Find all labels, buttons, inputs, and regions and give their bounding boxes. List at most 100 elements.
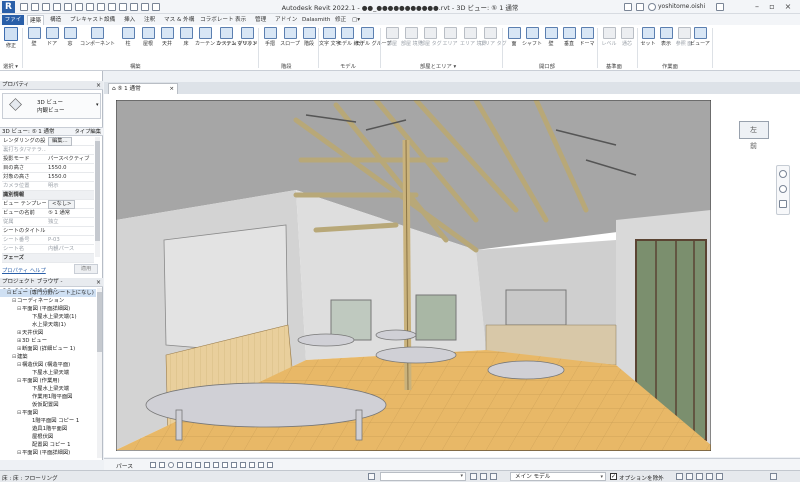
panel-label-select[interactable]: 選択 ▾ <box>3 62 18 70</box>
grid-button[interactable]: 通芯 <box>617 27 637 53</box>
visual-style-icon[interactable] <box>159 462 165 468</box>
close-icon[interactable]: × <box>96 278 101 287</box>
user-icon[interactable] <box>648 3 656 11</box>
design-option-dropdown[interactable]: メイン モデル ▾ <box>510 472 606 481</box>
browser-tree-item[interactable]: ⊞天井伏図 <box>0 329 96 337</box>
browser-tree-item[interactable]: 屋根伏図 <box>0 433 96 441</box>
tab-collaborate[interactable]: コラボレート <box>200 15 234 25</box>
by-face-button[interactable]: 面 <box>504 27 524 53</box>
ceiling-button[interactable]: 天井 <box>157 27 177 53</box>
property-group-header[interactable]: フェーズ <box>2 254 94 263</box>
property-row[interactable]: 投影モード パースペクティブ <box>2 155 94 164</box>
property-row[interactable]: 目の高さ 1550.0 <box>2 164 94 173</box>
modify-button[interactable]: 修正 <box>2 27 20 53</box>
analysis-icon[interactable] <box>240 462 246 468</box>
view-scale-label[interactable]: パース <box>116 461 133 470</box>
instance-filter[interactable]: 3D ビュー: ⑤ 1 通常 タイプ編集 <box>0 127 103 136</box>
browser-tree-item[interactable]: ⊟平面図 (平面詳細図) <box>0 449 96 457</box>
tab-dalasmith[interactable]: Dalasmith <box>302 15 330 25</box>
crop-view-icon[interactable] <box>195 462 201 468</box>
filter-count-icon[interactable] <box>770 473 777 480</box>
tab-annotate[interactable]: 注釈 <box>144 15 155 25</box>
apply-button[interactable]: 適用 <box>74 264 98 274</box>
close-icon[interactable]: × <box>169 84 174 94</box>
property-row[interactable]: ビュー テンプレート<なし> <box>2 200 94 209</box>
cart-icon[interactable] <box>636 3 644 11</box>
detail-level-icon[interactable] <box>150 462 156 468</box>
property-row[interactable]: 従属 独立 <box>2 218 94 227</box>
close-icon[interactable]: × <box>783 2 793 12</box>
area-boundary-button[interactable]: エリア 境界 <box>460 27 487 53</box>
design-options-icon[interactable] <box>490 473 497 480</box>
dormer-button[interactable]: ドーマ <box>577 27 597 53</box>
roof-button[interactable]: 屋根 <box>138 27 158 53</box>
property-value[interactable]: 1550.0 <box>48 173 94 182</box>
tab-addins[interactable]: アドイン <box>275 15 297 25</box>
viewer-button[interactable]: ビューア <box>690 27 710 53</box>
shaft-button[interactable]: シャフト <box>522 27 542 53</box>
tab-manage[interactable]: 管理 <box>255 15 266 25</box>
browser-tree-item[interactable]: ⊟平面図 (平面詳細図) <box>0 305 96 313</box>
browser-tree-item[interactable]: 下屋水上梁天端 <box>0 385 96 393</box>
close-icon[interactable]: × <box>96 81 101 90</box>
browser-tree-item[interactable]: 下屋水上梁天端(1) <box>0 313 96 321</box>
room-tag-button[interactable]: 部屋 タグ <box>420 27 442 53</box>
property-value[interactable]: 1550.0 <box>48 164 94 173</box>
vertical-opening-button[interactable]: 垂直 <box>559 27 579 53</box>
select-underlay-icon[interactable] <box>686 473 693 480</box>
stair-button[interactable]: 階段 <box>299 27 319 53</box>
browser-tree-item[interactable]: 1階平面図 コピー 1 <box>0 417 96 425</box>
tab-file[interactable]: ファイル <box>2 15 24 33</box>
temp-hide-icon[interactable] <box>222 462 228 468</box>
ramp-button[interactable]: スロープ <box>280 27 300 53</box>
shadows-icon[interactable] <box>177 462 183 468</box>
tab-architecture[interactable]: 建築 <box>27 15 44 25</box>
tab-view-3d[interactable]: ⌂ ⑤ 1 通常 × <box>108 83 178 94</box>
property-value[interactable]: 内観パース <box>48 245 94 254</box>
worksets-icon[interactable] <box>368 473 375 480</box>
exclude-options-checkbox[interactable]: ✓ <box>610 473 617 480</box>
highlight-icon[interactable] <box>249 462 255 468</box>
wall-button[interactable]: 壁 <box>24 27 44 53</box>
mullion-button[interactable]: マリオン <box>237 27 257 53</box>
browser-tree-item[interactable]: 作業用1階平面図 <box>0 393 96 401</box>
select-by-face-icon[interactable] <box>706 473 713 480</box>
render-icon[interactable] <box>186 462 192 468</box>
area-button[interactable]: エリア <box>440 27 460 53</box>
door-button[interactable]: ドア <box>42 27 62 53</box>
property-value[interactable]: P-03 <box>48 236 94 245</box>
browser-tree-item[interactable]: ⊞3D ビュー <box>0 337 96 345</box>
tab-structure[interactable]: 構造 <box>50 15 61 25</box>
3d-interior-view[interactable] <box>116 100 711 451</box>
property-value[interactable]: 明示 <box>48 182 94 191</box>
column-button[interactable]: 柱 <box>118 27 138 53</box>
worksharing-icon[interactable] <box>267 462 273 468</box>
browser-tree-item[interactable]: ⊟コーディネーション <box>0 297 96 305</box>
steering-wheel-icon[interactable] <box>779 170 787 178</box>
browser-tree-item[interactable]: ⊟平面図 (作業用) <box>0 377 96 385</box>
tab-view[interactable]: 表示 <box>235 15 246 25</box>
floor-button[interactable]: 床 <box>176 27 196 53</box>
tab-systems[interactable]: 設備 <box>104 15 115 25</box>
window-button[interactable]: 窓 <box>60 27 80 53</box>
tab-precast[interactable]: プレキャスト <box>70 15 104 25</box>
reveal-hidden-icon[interactable] <box>231 462 237 468</box>
show-crop-icon[interactable] <box>204 462 210 468</box>
filter-icon[interactable] <box>480 473 487 480</box>
tab-modify[interactable]: 修正 <box>335 15 346 25</box>
zoom-icon[interactable] <box>779 185 787 193</box>
property-value[interactable]: パースペクティブ <box>48 155 94 164</box>
zoom-region-icon[interactable] <box>779 200 787 208</box>
property-row[interactable]: レンダリングの設... 編集... <box>2 137 94 146</box>
edit-type-button[interactable]: タイプ編集 <box>75 128 102 136</box>
browser-tree-item[interactable]: ⊟建築 <box>0 353 96 361</box>
property-row[interactable]: 裏打ちタ/マテラ... <box>2 146 94 155</box>
browser-tree-item[interactable]: ⊟構造伏図 (構造平面) <box>0 361 96 369</box>
maximize-icon[interactable]: ▫ <box>767 2 777 12</box>
tab-insert[interactable]: 挿入 <box>124 15 135 25</box>
set-workplane-button[interactable]: セット <box>638 27 658 53</box>
property-value-text[interactable]: <なし> <box>48 200 76 209</box>
property-group-header[interactable]: 識別情報 <box>2 191 94 200</box>
property-value-button[interactable]: 編集... <box>48 137 94 146</box>
scrollbar-thumb[interactable] <box>95 141 100 241</box>
